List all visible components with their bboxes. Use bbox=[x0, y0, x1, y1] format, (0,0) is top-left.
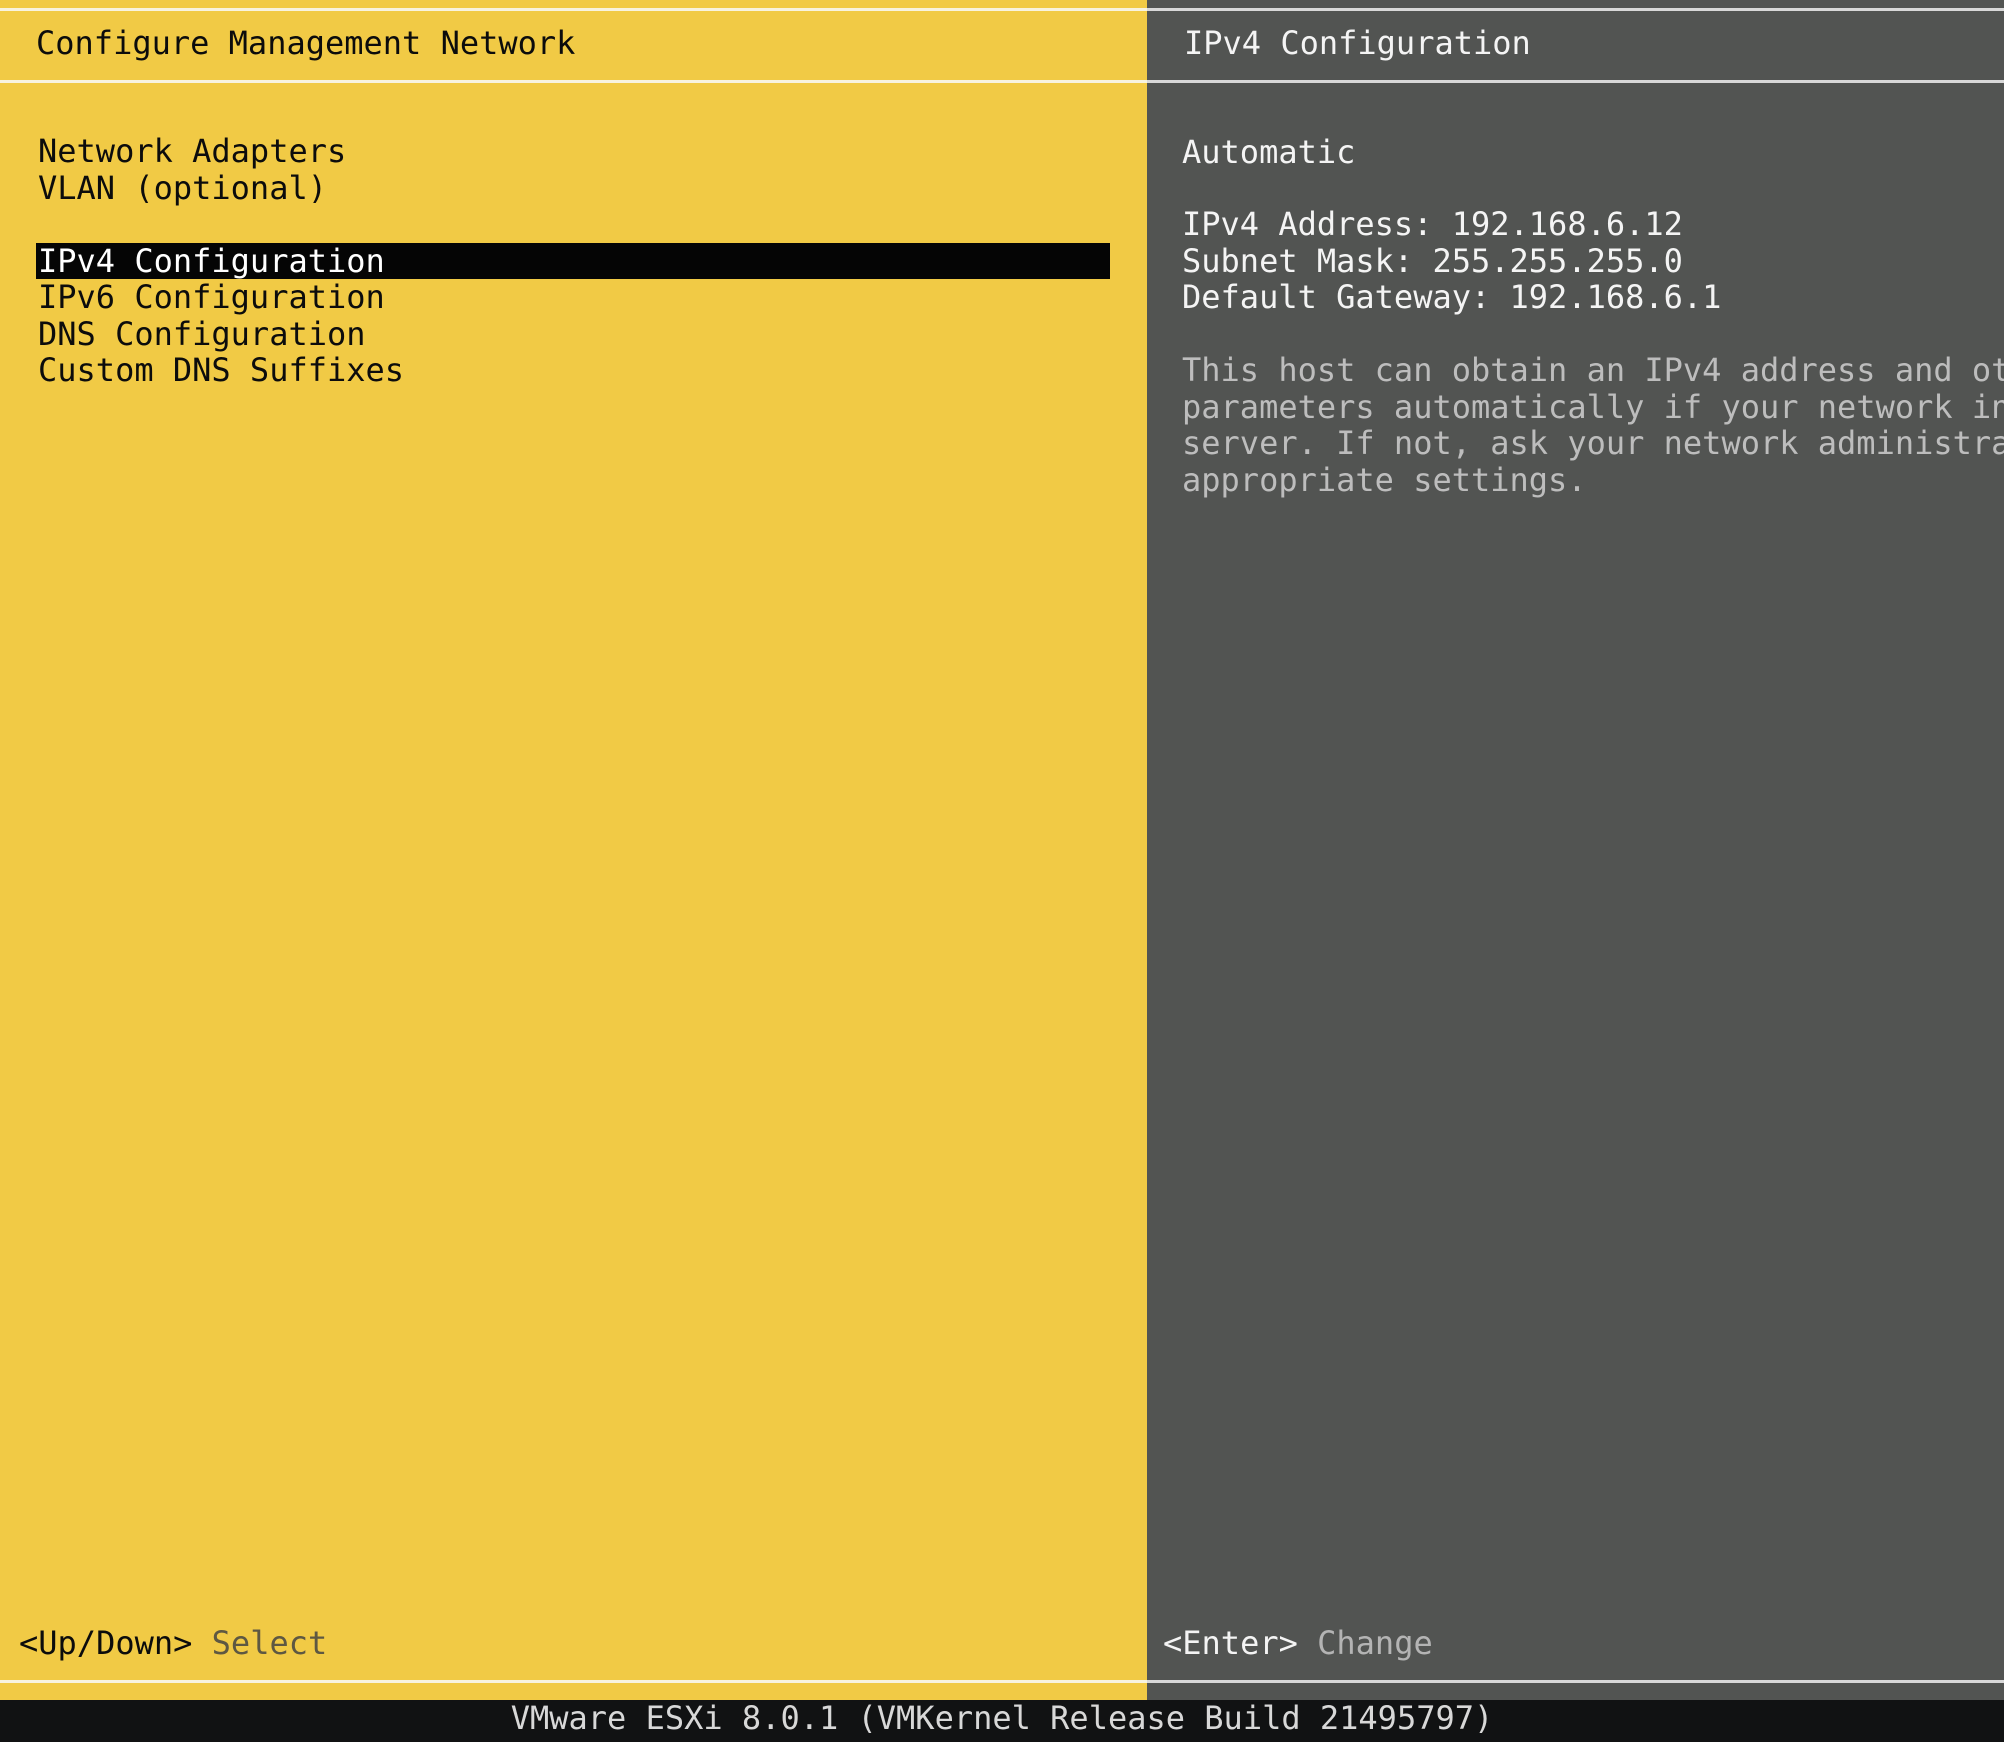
menu-item-network-adapters[interactable]: Network Adapters bbox=[36, 133, 1106, 170]
ipv4-address: IPv4 Address: 192.168.6.12 bbox=[1182, 205, 1683, 243]
enter-key-label: <Enter> bbox=[1163, 1624, 1298, 1662]
menu-item-ipv4-configuration[interactable]: IPv4 Configuration bbox=[36, 242, 1110, 279]
bottom-divider bbox=[0, 1680, 1147, 1683]
change-hint: <Enter> Change bbox=[1163, 1625, 1433, 1661]
description-line: appropriate settings. bbox=[1182, 460, 1587, 499]
ipv4-configuration-details-pane: IPv4 Configuration Automatic IPv4 Addres… bbox=[1147, 0, 2004, 1700]
description-line: This host can obtain an IPv4 address and… bbox=[1182, 351, 2004, 389]
menu-item-dns-configuration[interactable]: DNS Configuration bbox=[36, 315, 1106, 353]
top-divider bbox=[1147, 8, 2004, 11]
subnet-mask: Subnet Mask: 255.255.255.0 bbox=[1182, 242, 1683, 280]
select-hint: <Up/Down> Select bbox=[19, 1625, 327, 1661]
menu-item-vlan[interactable]: VLAN (optional) bbox=[36, 169, 1106, 207]
change-action-label: Change bbox=[1317, 1624, 1433, 1662]
esxi-version-status-bar: VMware ESXi 8.0.1 (VMKernel Release Buil… bbox=[0, 1700, 2004, 1742]
ipv4-mode: Automatic bbox=[1182, 133, 1356, 171]
default-gateway: Default Gateway: 192.168.6.1 bbox=[1182, 278, 1722, 316]
bottom-divider bbox=[1147, 1680, 2004, 1683]
ipv4-description: This host can obtain an IPv4 address and… bbox=[1182, 352, 2004, 498]
details-title: IPv4 Configuration bbox=[1184, 24, 1531, 62]
menu-spacer bbox=[36, 206, 1110, 243]
top-divider bbox=[0, 8, 1147, 11]
select-action-label: Select bbox=[211, 1624, 328, 1662]
network-menu: Network Adapters VLAN (optional) IPv4 Co… bbox=[36, 133, 1110, 389]
description-line: parameters automatically if your network… bbox=[1182, 387, 2004, 426]
configure-management-network-pane: Configure Management Network Network Ada… bbox=[0, 0, 1147, 1700]
menu-item-ipv6-configuration[interactable]: IPv6 Configuration bbox=[36, 279, 1106, 316]
description-line: server. If not, ask your network adminis… bbox=[1182, 424, 2004, 462]
menu-item-custom-dns-suffixes[interactable]: Custom DNS Suffixes bbox=[36, 352, 1106, 389]
pane-title: Configure Management Network bbox=[36, 24, 576, 62]
header-divider bbox=[0, 80, 1147, 83]
header-divider bbox=[1147, 80, 2004, 83]
up-down-key-label: <Up/Down> bbox=[19, 1624, 193, 1662]
